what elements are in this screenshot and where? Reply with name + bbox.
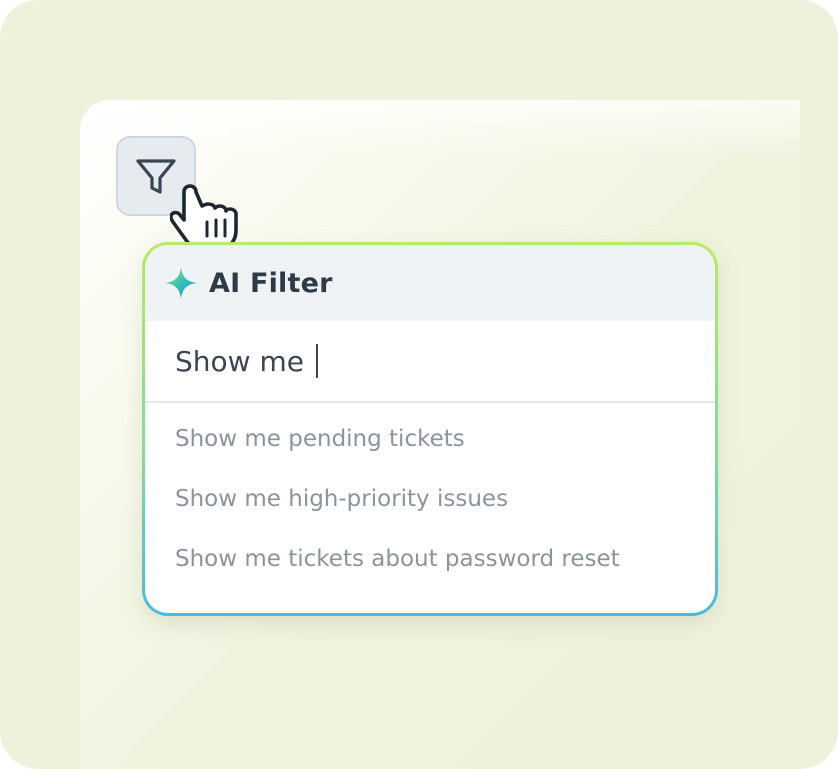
suggestion-item[interactable]: Show me tickets about password reset (145, 529, 715, 589)
ai-filter-input-value[interactable]: Show me (175, 345, 304, 378)
ai-filter-input[interactable]: Show me (145, 321, 715, 403)
text-caret (315, 344, 318, 378)
filter-icon (136, 159, 176, 194)
suggestion-item[interactable]: Show me high-priority issues (145, 469, 715, 529)
ai-filter-title: AI Filter (209, 267, 333, 299)
sparkle-icon (165, 267, 197, 299)
ai-filter-popup: AI Filter Show me Show me pending ticket… (142, 242, 718, 616)
ai-filter-card: AI Filter Show me Show me pending ticket… (145, 245, 715, 613)
suggestion-item[interactable]: Show me pending tickets (145, 409, 715, 469)
suggestion-list: Show me pending tickets Show me high-pri… (145, 403, 715, 589)
canvas-background: AI Filter Show me Show me pending ticket… (0, 0, 838, 769)
filter-button[interactable] (116, 136, 196, 216)
ai-filter-header: AI Filter (145, 245, 715, 321)
